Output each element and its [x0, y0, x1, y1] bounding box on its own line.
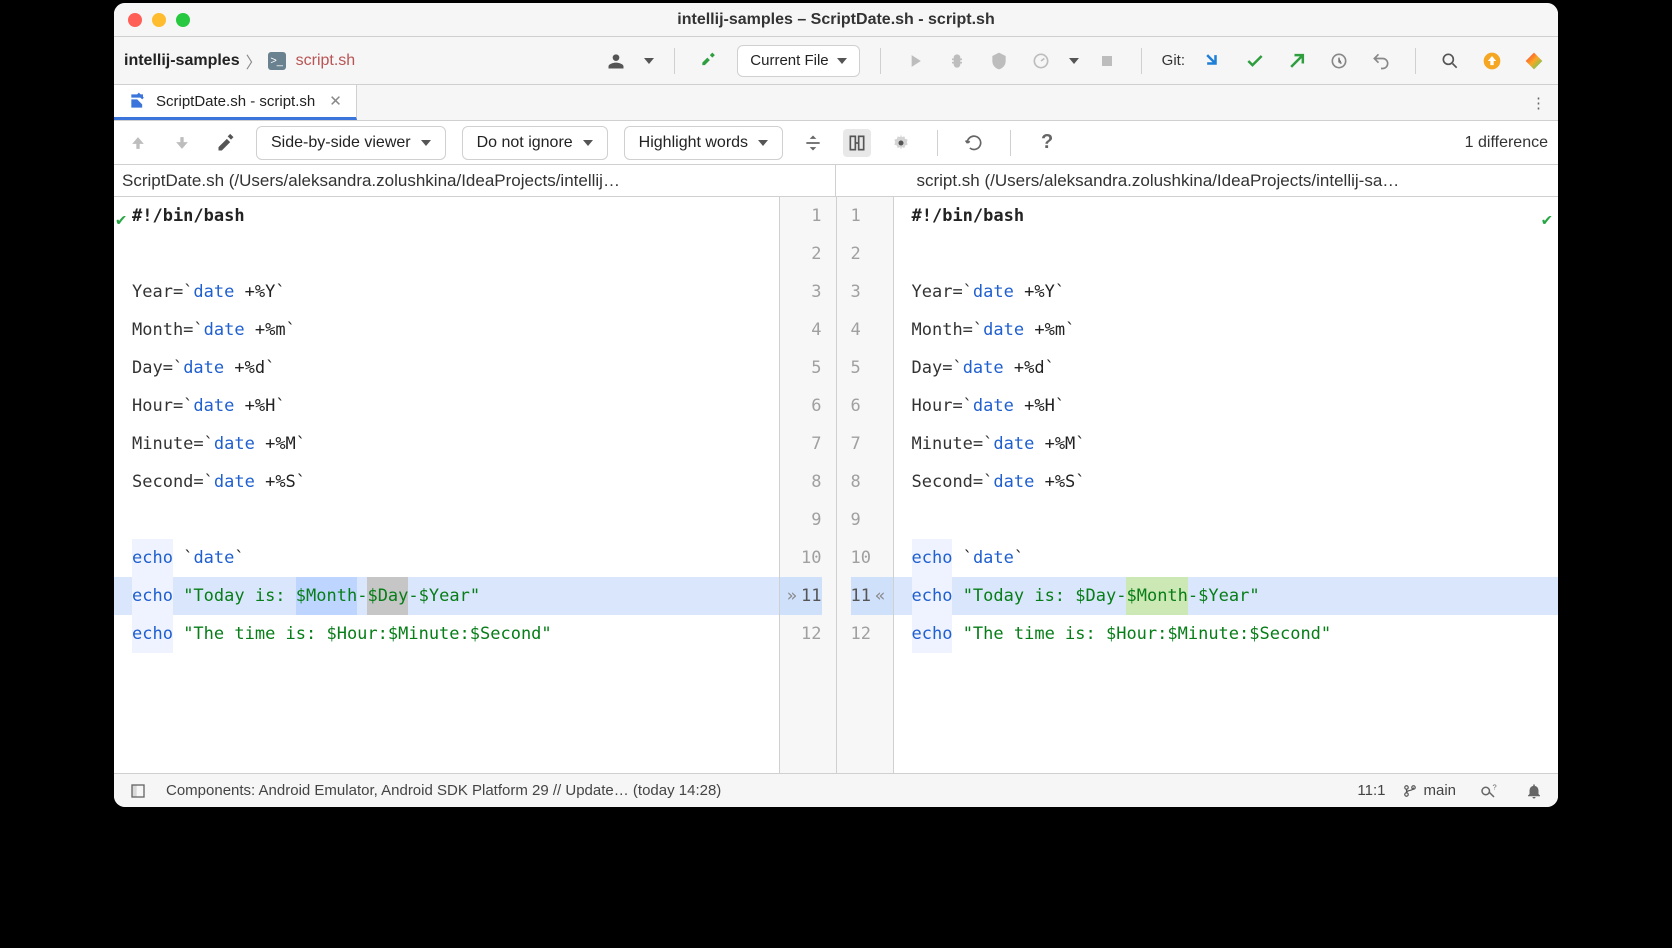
- code-line: Year=`date +%Y`: [894, 273, 1559, 311]
- code-line: Minute=`date +%M`: [114, 425, 779, 463]
- git-branch[interactable]: main: [1403, 782, 1456, 799]
- stop-icon[interactable]: [1093, 47, 1121, 75]
- titlebar: intellij-samples – ScriptDate.sh - scrip…: [114, 3, 1558, 37]
- jetbrains-logo-icon[interactable]: [1520, 47, 1548, 75]
- code-line: #!/bin/bash: [114, 197, 779, 235]
- diff-toolbar: Side-by-side viewer Do not ignore Highli…: [114, 121, 1558, 165]
- run-config-selector[interactable]: Current File: [737, 45, 859, 77]
- chevron-down-icon[interactable]: [644, 58, 654, 64]
- breadcrumb[interactable]: intellij-samples 〉 >_ script.sh: [124, 49, 355, 73]
- search-icon[interactable]: [1436, 47, 1464, 75]
- user-icon[interactable]: [602, 47, 630, 75]
- diff-file-icon: [128, 91, 148, 111]
- line-number-gutter: 1 2 3 4 5 6 7 8 9 10 »11 12 1 2 3 4 5 6: [780, 197, 893, 773]
- diff-body: ✔ #!/bin/bash Year=`date +%Y` Month=`dat…: [114, 197, 1558, 773]
- help-icon[interactable]: ?: [1033, 129, 1061, 157]
- right-diff-pane[interactable]: ✔ #!/bin/bash Year=`date +%Y` Month=`dat…: [893, 197, 1559, 773]
- editor-tab-diff[interactable]: ScriptDate.sh - script.sh ✕: [114, 85, 357, 120]
- branch-icon: [1403, 784, 1417, 798]
- git-label: Git:: [1162, 52, 1185, 69]
- ide-update-icon[interactable]: [1478, 47, 1506, 75]
- prev-diff-arrow-up-icon[interactable]: [124, 129, 152, 157]
- next-diff-arrow-down-icon[interactable]: [168, 129, 196, 157]
- code-line: Day=`date +%d`: [114, 349, 779, 387]
- left-diff-pane[interactable]: ✔ #!/bin/bash Year=`date +%Y` Month=`dat…: [114, 197, 780, 773]
- breadcrumb-project[interactable]: intellij-samples: [124, 52, 240, 70]
- code-line: Hour=`date +%H`: [894, 387, 1559, 425]
- chevron-down-icon: [758, 140, 768, 146]
- run-config-label: Current File: [750, 52, 828, 69]
- vcs-push-icon[interactable]: [1283, 47, 1311, 75]
- right-file-path: script.sh (/Users/aleksandra.zolushkina/…: [836, 171, 1558, 191]
- left-file-path: ScriptDate.sh (/Users/aleksandra.zolushk…: [114, 171, 835, 191]
- highlight-mode-label: Highlight words: [639, 134, 748, 152]
- sync-scroll-icon[interactable]: [843, 129, 871, 157]
- diff-paths-row: ScriptDate.sh (/Users/aleksandra.zolushk…: [114, 165, 1558, 197]
- apply-diff-right-arrow-icon[interactable]: »11: [780, 577, 822, 615]
- code-line: echo "The time is: $Hour:$Minute:$Second…: [114, 615, 779, 653]
- tabs-more-icon[interactable]: ⋮: [1519, 85, 1558, 120]
- code-line: [114, 501, 779, 539]
- refresh-icon[interactable]: [960, 129, 988, 157]
- debug-bug-icon[interactable]: [943, 47, 971, 75]
- chevron-right-icon: 〉: [246, 49, 262, 73]
- window-title: intellij-samples – ScriptDate.sh - scrip…: [114, 11, 1558, 29]
- code-line: [894, 235, 1559, 273]
- status-line-column[interactable]: 11:1: [1357, 782, 1385, 799]
- status-bar: Components: Android Emulator, Android SD…: [114, 773, 1558, 807]
- close-tab-icon[interactable]: ✕: [329, 92, 342, 110]
- collapse-unchanged-icon[interactable]: [799, 129, 827, 157]
- edit-pencil-icon[interactable]: [212, 129, 240, 157]
- shell-file-icon: >_: [268, 52, 286, 70]
- code-line: Second=`date +%S`: [114, 463, 779, 501]
- profiler-icon[interactable]: [1027, 47, 1055, 75]
- status-message[interactable]: Components: Android Emulator, Android SD…: [166, 782, 721, 799]
- code-line: Month=`date +%m`: [114, 311, 779, 349]
- ignore-mode-label: Do not ignore: [477, 134, 573, 152]
- code-line: Day=`date +%d`: [894, 349, 1559, 387]
- code-line: [114, 235, 779, 273]
- breadcrumb-file[interactable]: script.sh: [296, 52, 356, 70]
- highlight-mode-dropdown[interactable]: Highlight words: [624, 126, 783, 160]
- code-line: echo `date`: [894, 539, 1559, 577]
- code-line: Month=`date +%m`: [894, 311, 1559, 349]
- rollback-undo-icon[interactable]: [1367, 47, 1395, 75]
- coverage-icon[interactable]: [985, 47, 1013, 75]
- ide-window: intellij-samples – ScriptDate.sh - scrip…: [111, 0, 1561, 810]
- chevron-down-icon: [421, 140, 431, 146]
- svg-text:?: ?: [1493, 782, 1497, 791]
- viewer-mode-dropdown[interactable]: Side-by-side viewer: [256, 126, 446, 160]
- diff-settings-gear-icon[interactable]: [887, 129, 915, 157]
- vcs-commit-check-icon[interactable]: [1241, 47, 1269, 75]
- tool-window-toggle-icon[interactable]: [124, 777, 152, 805]
- right-line-numbers: 1 2 3 4 5 6 7 8 9 10 11« 12: [837, 197, 893, 773]
- code-line: Second=`date +%S`: [894, 463, 1559, 501]
- code-line: [894, 501, 1559, 539]
- diff-count-label: 1 difference: [1465, 134, 1548, 152]
- code-line: Hour=`date +%H`: [114, 387, 779, 425]
- code-line-changed[interactable]: echo "Today is: $Day-$Month-$Year": [894, 577, 1559, 615]
- left-line-numbers: 1 2 3 4 5 6 7 8 9 10 »11 12: [780, 197, 836, 773]
- code-line-changed[interactable]: echo "Today is: $Month-$Day-$Year": [114, 577, 779, 615]
- ignore-mode-dropdown[interactable]: Do not ignore: [462, 126, 608, 160]
- run-play-icon[interactable]: [901, 47, 929, 75]
- build-hammer-icon[interactable]: [695, 47, 723, 75]
- code-line: echo "The time is: $Hour:$Minute:$Second…: [894, 615, 1559, 653]
- editor-tabs: ScriptDate.sh - script.sh ✕ ⋮: [114, 85, 1558, 121]
- code-line: echo `date`: [114, 539, 779, 577]
- apply-diff-left-arrow-icon[interactable]: 11«: [851, 577, 893, 615]
- code-line: Minute=`date +%M`: [894, 425, 1559, 463]
- code-line: #!/bin/bash: [894, 197, 1559, 235]
- vcs-update-icon[interactable]: [1199, 47, 1227, 75]
- history-clock-icon[interactable]: [1325, 47, 1353, 75]
- main-toolbar: intellij-samples 〉 >_ script.sh Current …: [114, 37, 1558, 85]
- chevron-down-icon[interactable]: [1069, 58, 1079, 64]
- chevron-down-icon: [583, 140, 593, 146]
- code-line: Year=`date +%Y`: [114, 273, 779, 311]
- editor-tab-label: ScriptDate.sh - script.sh: [156, 93, 315, 110]
- viewer-mode-label: Side-by-side viewer: [271, 134, 411, 152]
- chevron-down-icon: [837, 58, 847, 64]
- notifications-bell-icon[interactable]: [1520, 777, 1548, 805]
- inspection-profile-icon[interactable]: ?: [1474, 777, 1502, 805]
